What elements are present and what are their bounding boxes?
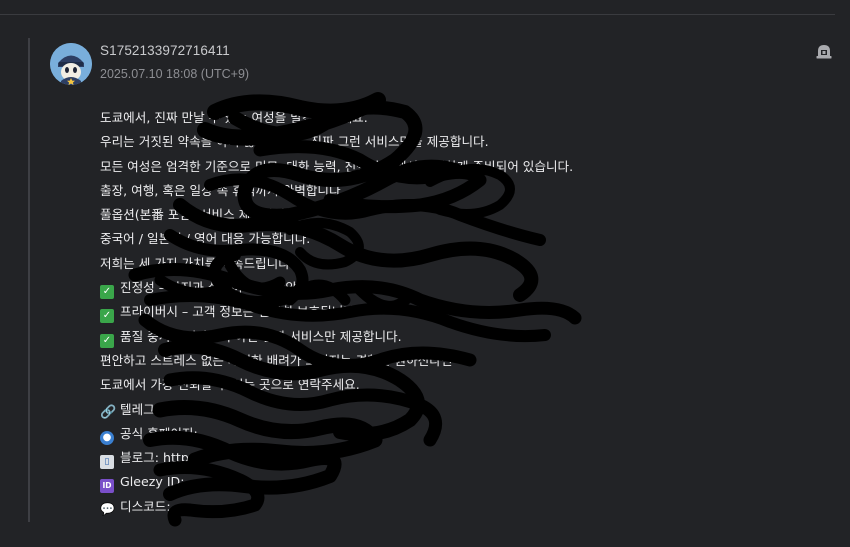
thread-line [28,38,30,522]
post-body-line: ✓ 진정성 – 사진과 실물이 다르지 않습니다. [100,276,820,300]
post-body-line: ● 공식 홈페이지: [100,422,820,446]
post-body-text: 모든 여성은 엄격한 기준으로 미모, 대화 능력, 친절성 면에서 완벽하게 … [100,158,574,174]
post-body-line: ID Gleezy ID: [100,470,820,494]
white-check-mark-icon: ✓ [100,285,114,300]
post-body-line: 도쿄에서 가장 신뢰할 수 있는 곳으로 연락주세요. [100,373,820,397]
post-body-text: 도쿄에서 가장 신뢰할 수 있는 곳으로 연락주세요. [100,377,360,393]
speech-balloon-icon: 💬 [100,501,115,516]
post-body-text: 디스코드: [120,498,171,514]
white-check-mark-icon: ✓ [100,333,114,348]
post-body-line: 풀옵션(본番 포함) 서비스 제공합니다 [100,203,820,227]
post-body-text: 텔레그램: [120,401,171,417]
post-body-text: 우리는 거짓된 약속을 하지 않습니다 — 진짜 그런 서비스만을 제공합니다. [100,134,489,150]
report-siren-icon[interactable] [815,42,833,60]
post-body-line: ✓ 품질 중시 – 저가형이 아닌 진짜 서비스만 제공합니다. [100,325,820,349]
post-body-text: 프라이버시 – 고객 정보는 철저히 보호됩니다. [120,304,359,320]
post-body-text: 출장, 여행, 혹은 일상 속 휴식까지 완벽합니다 [100,182,341,198]
post-body-line: 🔗 텔레그램: [100,398,820,422]
post-body-text: 블로그: https:// [120,450,209,466]
post-body-line: 도쿄에서, 진짜 만날 수 있는 여성을 발견해 보세요. [100,106,820,130]
post-body-line: 저희는 세 가지 가치를 약속드립니다. [100,252,820,276]
post-body-text: Gleezy ID: [120,474,185,490]
post-body-text: 공식 홈페이지: [120,425,198,441]
post-body-line: 중국어 / 일본어 / 영어 대응 가능합니다. [100,227,820,251]
post-body-text: 도쿄에서, 진짜 만날 수 있는 여성을 발견해 보세요. [100,110,368,125]
avatar[interactable] [50,43,92,85]
link-icon: 🔗 [100,404,117,420]
white-check-mark-icon: ✓ [100,309,114,324]
post-body-line: 출장, 여행, 혹은 일상 속 휴식까지 완벽합니다 [100,179,820,203]
post-body-text: 편안하고 스트레스 없는 세심한 배려가 느껴지는 경험을 원하신다면 [100,352,453,368]
id-button-icon: ID [100,479,114,494]
post-body-text: 풀옵션(본番 포함) 서비스 제공합니다 [100,207,297,223]
timestamp: 2025.07.10 18:08 (UTC+9) [100,67,250,81]
post-body-line: 우리는 거짓된 약속을 하지 않습니다 — 진짜 그런 서비스만을 제공합니다. [100,130,820,154]
globe-icon: ● [100,430,114,445]
post-body-text: 저희는 세 가지 가치를 약속드립니다. [100,255,294,271]
post-body-line: 모든 여성은 엄격한 기준으로 미모, 대화 능력, 친절성 면에서 완벽하게 … [100,155,820,179]
post-body-text: 품질 중시 – 저가형이 아닌 진짜 서비스만 제공합니다. [120,328,402,344]
avatar-character-icon [50,43,92,85]
post-body-line: 편안하고 스트레스 없는 세심한 배려가 느껴지는 경험을 원하신다면 [100,349,820,373]
post-body-line: ✓ 프라이버시 – 고객 정보는 철저히 보호됩니다. [100,300,820,324]
open-book-icon: ▯ [100,455,114,470]
comment-post: S1752133972716411 2025.07.10 18:08 (UTC+… [28,38,838,522]
post-body-line: 💬 디스코드: [100,495,820,519]
post-body: 도쿄에서, 진짜 만날 수 있는 여성을 발견해 보세요. 우리는 거짓된 약속을… [100,106,820,519]
post-body-text: 진정성 – 사진과 실물이 다르지 않습니다. [120,280,336,296]
username[interactable]: S1752133972716411 [100,43,230,58]
top-divider [0,14,835,15]
post-body-line: ▯ 블로그: https:// [100,446,820,470]
post-body-text: 중국어 / 일본어 / 영어 대응 가능합니다. [100,231,311,247]
